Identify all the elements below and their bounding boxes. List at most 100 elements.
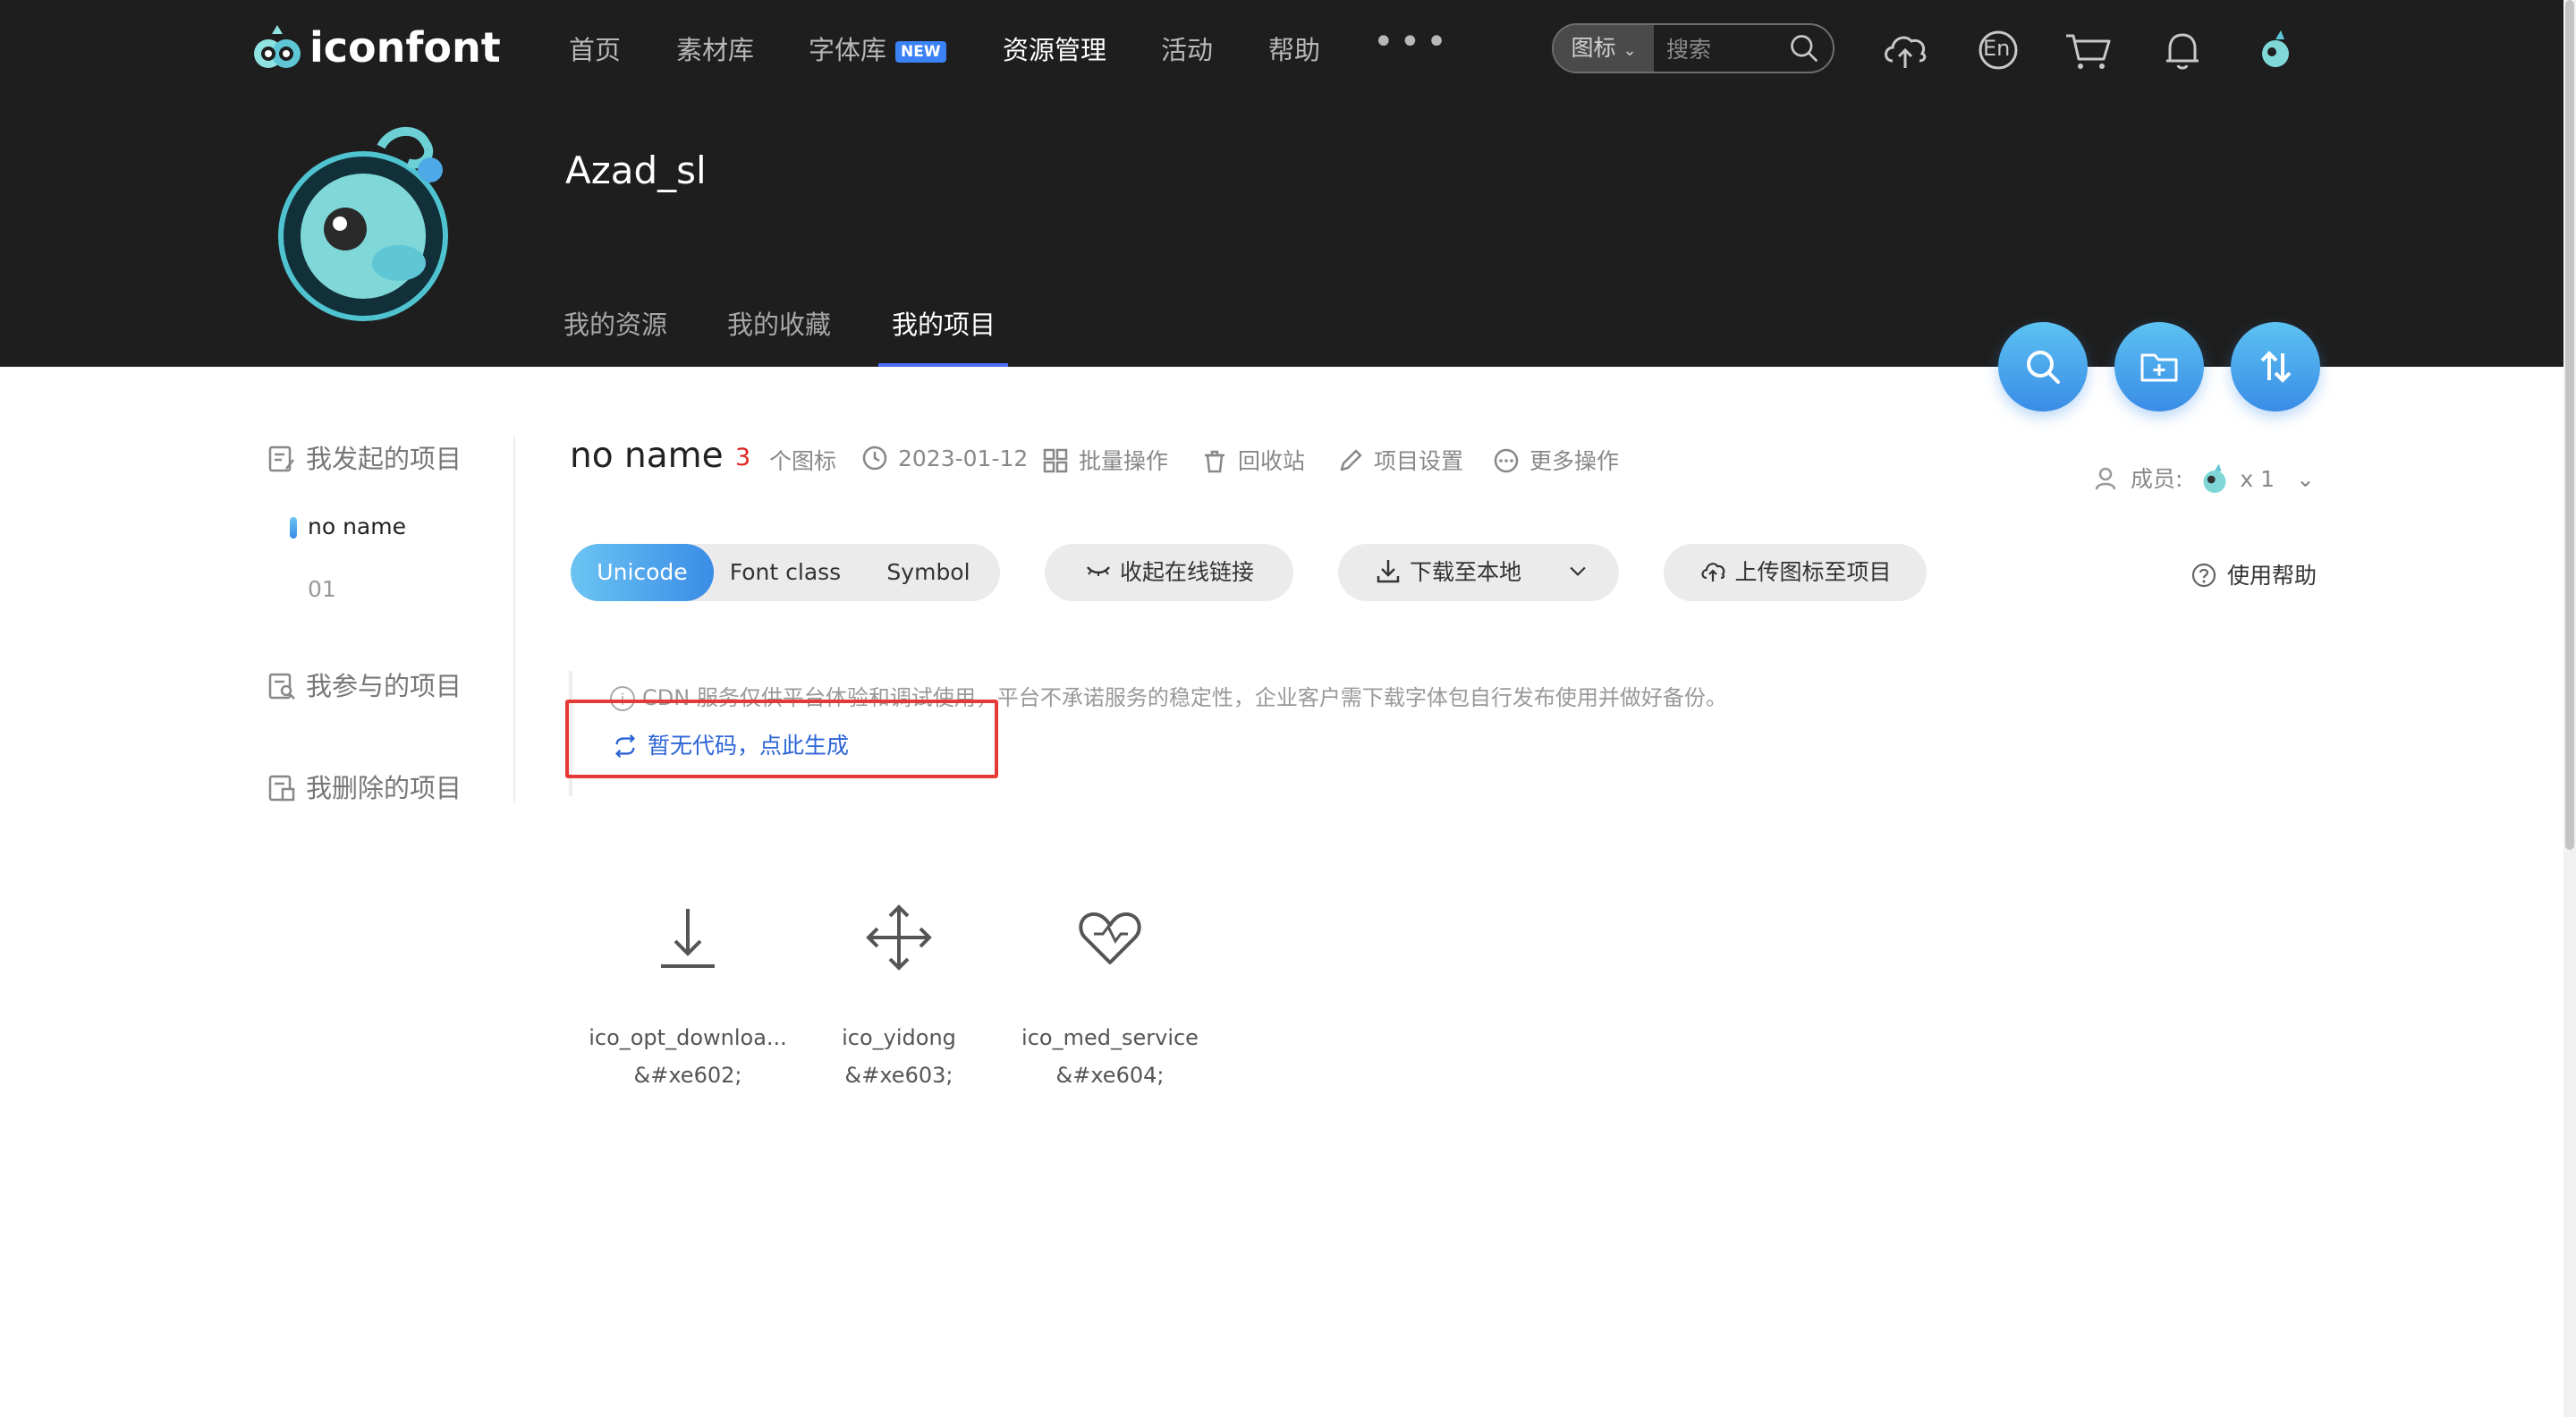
nav-more-icon[interactable]: ••• bbox=[1373, 21, 1453, 63]
project-edit-icon bbox=[268, 445, 294, 472]
more-circle-icon bbox=[1494, 448, 1519, 473]
sidebar-deleted-projects[interactable]: 我删除的项目 bbox=[267, 768, 462, 805]
upload-cloud-icon[interactable] bbox=[1878, 23, 1932, 77]
tab-unicode[interactable]: Unicode bbox=[571, 544, 714, 601]
chevron-down-icon[interactable] bbox=[1565, 558, 1590, 583]
project-icon-count-unit: 个图标 bbox=[769, 448, 837, 474]
icon-name: ico_med_service bbox=[1021, 1025, 1199, 1050]
collapse-online-link-label: 收起在线链接 bbox=[1119, 559, 1254, 585]
project-date: 2023-01-12 bbox=[860, 444, 1028, 472]
more-operations-label: 更多操作 bbox=[1530, 448, 1620, 474]
icon-code: &#xe604; bbox=[1055, 1063, 1165, 1088]
sidebar-divider bbox=[513, 437, 515, 803]
user-avatar-small[interactable] bbox=[2249, 23, 2302, 77]
search-type-select[interactable]: 图标 ⌄ bbox=[1554, 25, 1654, 72]
nav-resource-manage[interactable]: 资源管理 bbox=[1003, 32, 1106, 68]
question-circle-icon bbox=[2191, 563, 2216, 588]
recycle-bin-label: 回收站 bbox=[1238, 448, 1306, 474]
sidebar-participated-projects[interactable]: 我参与的项目 bbox=[267, 666, 462, 703]
download-local-button[interactable]: 下载至本地 bbox=[1338, 544, 1619, 601]
sidebar-participated-label: 我参与的项目 bbox=[306, 671, 462, 701]
tab-my-resources[interactable]: 我的资源 bbox=[564, 304, 667, 342]
project-settings-button[interactable]: 项目设置 bbox=[1336, 444, 1463, 476]
upload-cloud-icon bbox=[1701, 563, 1725, 581]
member-avatar-icon bbox=[2203, 463, 2226, 493]
user-avatar[interactable] bbox=[274, 111, 462, 326]
nav-fonts[interactable]: 字体库 NEW bbox=[809, 32, 946, 68]
help-label: 使用帮助 bbox=[2227, 563, 2318, 589]
refresh-icon bbox=[614, 734, 636, 759]
sidebar-initiated-label: 我发起的项目 bbox=[306, 444, 462, 474]
nav-activity[interactable]: 活动 bbox=[1161, 32, 1213, 68]
tab-symbol[interactable]: Symbol bbox=[857, 544, 1000, 601]
heart-icon bbox=[1079, 912, 1141, 964]
batch-operation-button[interactable]: 批量操作 bbox=[1041, 444, 1168, 476]
language-icon[interactable]: En bbox=[1971, 23, 2025, 77]
sort-arrows-icon bbox=[2260, 351, 2292, 383]
new-folder-fab-button[interactable] bbox=[2114, 322, 2204, 412]
tab-my-favorites[interactable]: 我的收藏 bbox=[727, 304, 831, 342]
sidebar-deleted-label: 我删除的项目 bbox=[306, 773, 462, 803]
active-tab-indicator bbox=[878, 363, 1008, 367]
search-icon bbox=[2027, 351, 2060, 384]
sort-fab-button[interactable] bbox=[2231, 322, 2320, 412]
generate-code-label: 暂无代码，点此生成 bbox=[648, 733, 850, 759]
sidebar-project-01[interactable]: 01 bbox=[308, 576, 336, 602]
icon-card[interactable]: ico_yidong &#xe603; bbox=[796, 904, 1002, 1088]
icon-card[interactable]: ico_opt_downloa... &#xe602; bbox=[585, 904, 791, 1088]
logo-text: iconfont bbox=[309, 23, 501, 72]
search-icon[interactable] bbox=[1788, 32, 1820, 64]
top-header: iconfont 首页 素材库 字体库 NEW 资源管理 活动 帮助 ••• 图标… bbox=[0, 0, 2563, 367]
project-settings-label: 项目设置 bbox=[1374, 448, 1464, 474]
scrollbar-thumb[interactable] bbox=[2565, 0, 2574, 850]
download-local-label: 下载至本地 bbox=[1410, 559, 1522, 585]
move-arrows-icon bbox=[866, 904, 932, 971]
project-title: no name bbox=[570, 436, 724, 476]
members-info[interactable]: 成员: x 1 ⌄ bbox=[2093, 462, 2315, 497]
nav-home[interactable]: 首页 bbox=[569, 32, 621, 68]
nav-fonts-label: 字体库 bbox=[809, 35, 887, 65]
search-fab-button[interactable] bbox=[1998, 322, 2088, 412]
chevron-down-icon: ⌄ bbox=[2296, 466, 2315, 492]
folder-add-icon bbox=[2140, 353, 2178, 382]
project-delete-icon bbox=[268, 775, 295, 802]
trash-icon bbox=[1205, 450, 1224, 473]
upload-icons-label: 上传图标至项目 bbox=[1734, 559, 1892, 585]
batch-operation-label: 批量操作 bbox=[1079, 448, 1169, 474]
project-icon-count: 3 bbox=[735, 444, 751, 471]
upload-icons-button[interactable]: 上传图标至项目 bbox=[1664, 544, 1927, 601]
code-type-tabs: Unicode Font class Symbol bbox=[571, 544, 1000, 601]
icon-name: ico_yidong bbox=[842, 1025, 956, 1050]
user-outline-icon bbox=[2095, 467, 2116, 490]
search-input[interactable] bbox=[1665, 30, 1784, 68]
icon-code: &#xe603; bbox=[844, 1063, 953, 1088]
tab-my-projects[interactable]: 我的项目 bbox=[892, 304, 996, 342]
username: Azad_sl bbox=[565, 148, 707, 192]
help-link[interactable]: 使用帮助 bbox=[2190, 558, 2317, 590]
new-badge: NEW bbox=[895, 41, 946, 63]
icon-code: &#xe602; bbox=[633, 1063, 742, 1088]
collapse-online-link-button[interactable]: 收起在线链接 bbox=[1045, 544, 1293, 601]
active-project-marker bbox=[290, 517, 297, 539]
icon-card[interactable]: ico_med_service &#xe604; bbox=[1007, 904, 1213, 1088]
logo[interactable]: iconfont bbox=[249, 18, 501, 81]
recycle-bin-button[interactable]: 回收站 bbox=[1200, 444, 1305, 476]
tab-font-class[interactable]: Font class bbox=[714, 544, 857, 601]
grid-icon bbox=[1043, 448, 1068, 473]
sidebar-project-no-name[interactable]: no name bbox=[308, 513, 406, 539]
download-icon bbox=[1377, 560, 1400, 583]
nav-material[interactable]: 素材库 bbox=[676, 32, 754, 68]
generate-code-link[interactable]: 暂无代码，点此生成 bbox=[612, 728, 849, 760]
eye-closed-icon bbox=[1086, 566, 1110, 576]
download-arrow-icon bbox=[661, 909, 715, 968]
nav-help[interactable]: 帮助 bbox=[1268, 32, 1320, 68]
sidebar-initiated-projects[interactable]: 我发起的项目 bbox=[267, 438, 462, 476]
bell-icon[interactable] bbox=[2156, 23, 2209, 77]
cart-icon[interactable] bbox=[2061, 23, 2114, 77]
more-operations-button[interactable]: 更多操作 bbox=[1492, 444, 1619, 476]
chevron-down-icon: ⌄ bbox=[1623, 41, 1637, 60]
clock-icon bbox=[862, 445, 887, 471]
members-count: x 1 bbox=[2240, 466, 2275, 492]
project-date-text: 2023-01-12 bbox=[898, 445, 1029, 471]
search-type-label: 图标 bbox=[1571, 35, 1616, 61]
